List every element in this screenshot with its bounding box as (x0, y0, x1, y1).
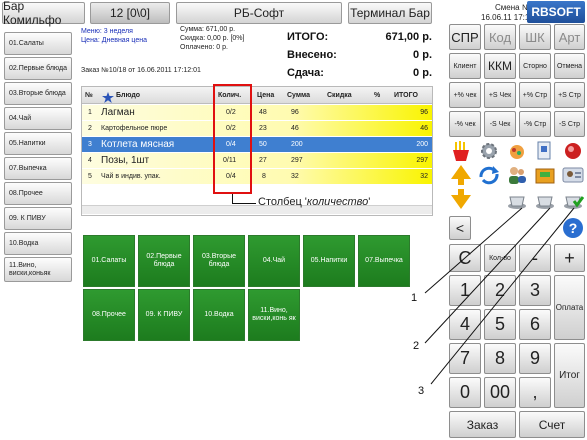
callout-lines (424, 207, 575, 385)
callout-number-3: 3 (418, 385, 425, 397)
callout-number-2: 2 (413, 340, 420, 352)
callout-line-2 (424, 207, 551, 344)
callout-line-3 (430, 207, 575, 385)
callout-number-1: 1 (411, 292, 418, 304)
callout-line-1 (424, 207, 523, 294)
